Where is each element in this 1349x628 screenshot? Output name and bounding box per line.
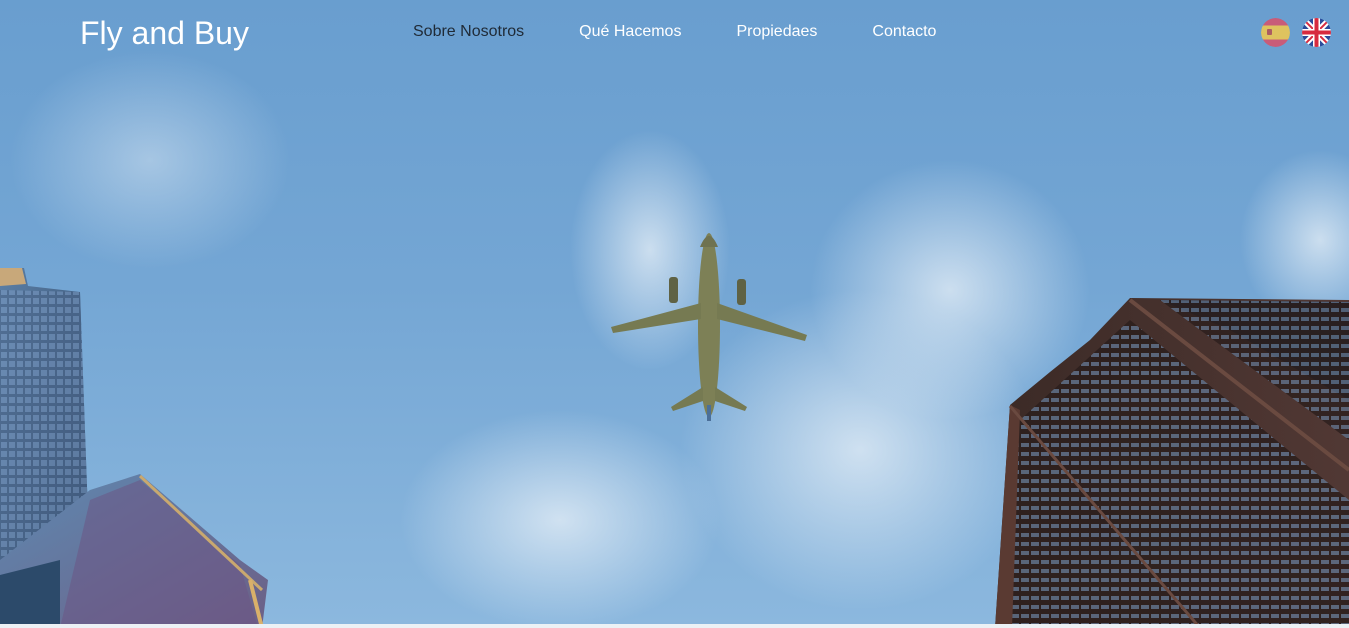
hero-background — [0, 0, 1349, 628]
nav-link-propiedades[interactable]: Propiedaes — [736, 22, 817, 42]
top-navigation-bar: Fly and Buy Sobre Nosotros Qué Hacemos P… — [0, 0, 1349, 66]
uk-flag-icon[interactable] — [1302, 18, 1331, 47]
hero-section: Fly and Buy Sobre Nosotros Qué Hacemos P… — [0, 0, 1349, 628]
brand-logo[interactable]: Fly and Buy — [80, 14, 249, 52]
language-switcher — [1261, 18, 1331, 47]
hero-bottom-edge — [0, 624, 1349, 628]
nav-link-sobre-nosotros[interactable]: Sobre Nosotros — [413, 22, 524, 42]
nav-link-que-hacemos[interactable]: Qué Hacemos — [579, 22, 681, 42]
nav-link-contacto[interactable]: Contacto — [872, 22, 936, 42]
spain-flag-icon[interactable] — [1261, 18, 1290, 47]
main-nav: Sobre Nosotros Qué Hacemos Propiedaes Co… — [413, 22, 936, 42]
